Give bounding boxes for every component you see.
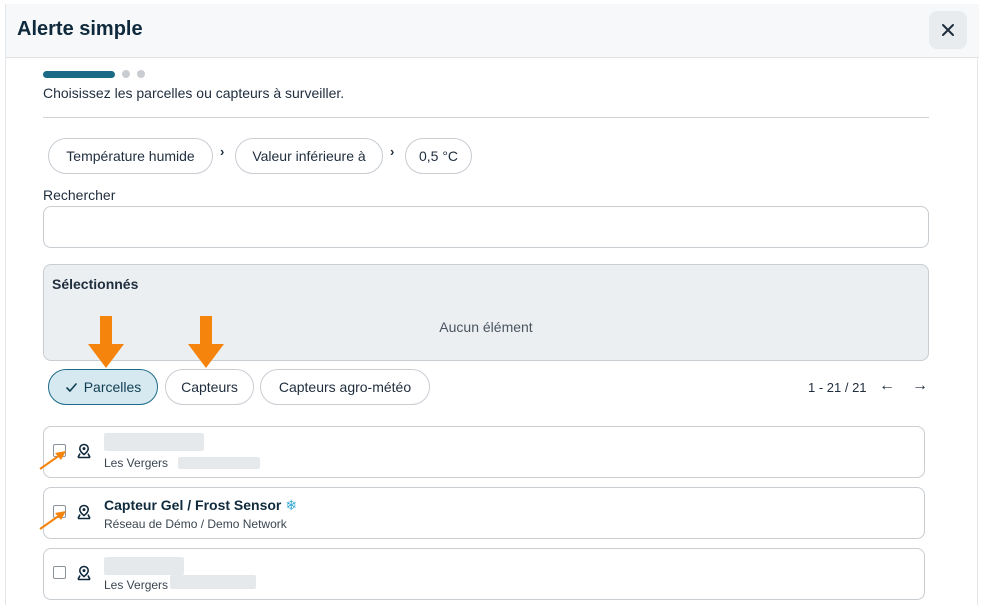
pagination-range: 1 - 21 / 21 bbox=[808, 380, 867, 395]
filter-label: Capteurs agro-météo bbox=[278, 379, 412, 395]
close-button[interactable] bbox=[929, 11, 967, 49]
filter-capteurs-agro-meteo[interactable]: Capteurs agro-météo bbox=[260, 369, 430, 405]
item-name: Capteur Gel / Frost Sensor ❄ bbox=[104, 497, 298, 513]
step-1-indicator bbox=[43, 70, 115, 78]
item-subtitle: Les Vergers bbox=[104, 578, 169, 592]
instruction-text: Choisissez les parcelles ou capteurs à s… bbox=[43, 85, 345, 101]
step-3-indicator bbox=[137, 70, 145, 78]
condition-threshold-chip[interactable]: 0,5 °C bbox=[405, 138, 472, 174]
snowflake-icon: ❄ bbox=[285, 497, 298, 513]
map-pin-icon bbox=[77, 504, 91, 520]
annotation-arrow-icon bbox=[39, 451, 66, 470]
map-pin-icon bbox=[77, 443, 91, 459]
list-item[interactable]: Capteur Gel / Frost Sensor ❄ Réseau de Dé… bbox=[43, 487, 925, 539]
redacted-subtitle bbox=[170, 575, 256, 589]
filter-parcelles[interactable]: Parcelles bbox=[48, 369, 158, 405]
item-subtitle: Les Vergers bbox=[104, 456, 169, 470]
list-item[interactable]: Les Vergers bbox=[43, 426, 925, 478]
selected-panel: Sélectionnés Aucun élément bbox=[43, 264, 929, 361]
redacted-name bbox=[104, 557, 184, 575]
selected-title: Sélectionnés bbox=[52, 276, 139, 292]
item-subtitle: Réseau de Démo / Demo Network bbox=[104, 517, 287, 531]
chevron-right-icon: › bbox=[220, 144, 225, 159]
divider bbox=[43, 117, 929, 118]
annotation-arrow-down-icon bbox=[188, 316, 224, 368]
filter-capteurs[interactable]: Capteurs bbox=[165, 369, 254, 405]
selected-empty-text: Aucun élément bbox=[439, 319, 533, 335]
condition-measure-chip[interactable]: Température humide bbox=[48, 138, 213, 174]
filter-label: Capteurs bbox=[181, 379, 238, 395]
arrow-right-icon[interactable]: → bbox=[912, 377, 928, 395]
map-pin-icon bbox=[77, 565, 91, 581]
arrow-left-icon[interactable]: ← bbox=[879, 377, 895, 395]
close-icon bbox=[942, 24, 954, 36]
redacted-subtitle bbox=[178, 457, 260, 469]
check-icon bbox=[65, 382, 77, 392]
step-indicator bbox=[43, 70, 145, 78]
search-input[interactable] bbox=[43, 206, 929, 248]
annotation-arrow-icon bbox=[39, 511, 66, 530]
dialog-header: Alerte simple bbox=[6, 4, 979, 58]
filter-label: Parcelles bbox=[83, 379, 142, 395]
condition-operator-chip[interactable]: Valeur inférieure à bbox=[235, 138, 383, 174]
chevron-right-icon: › bbox=[390, 144, 395, 159]
list-item[interactable]: Les Vergers bbox=[43, 548, 925, 600]
dialog-title: Alerte simple bbox=[17, 18, 143, 40]
annotation-arrow-down-icon bbox=[88, 316, 124, 368]
search-label: Rechercher bbox=[43, 187, 116, 203]
item-checkbox[interactable] bbox=[53, 566, 66, 579]
redacted-name bbox=[104, 433, 204, 451]
step-2-indicator bbox=[122, 70, 130, 78]
